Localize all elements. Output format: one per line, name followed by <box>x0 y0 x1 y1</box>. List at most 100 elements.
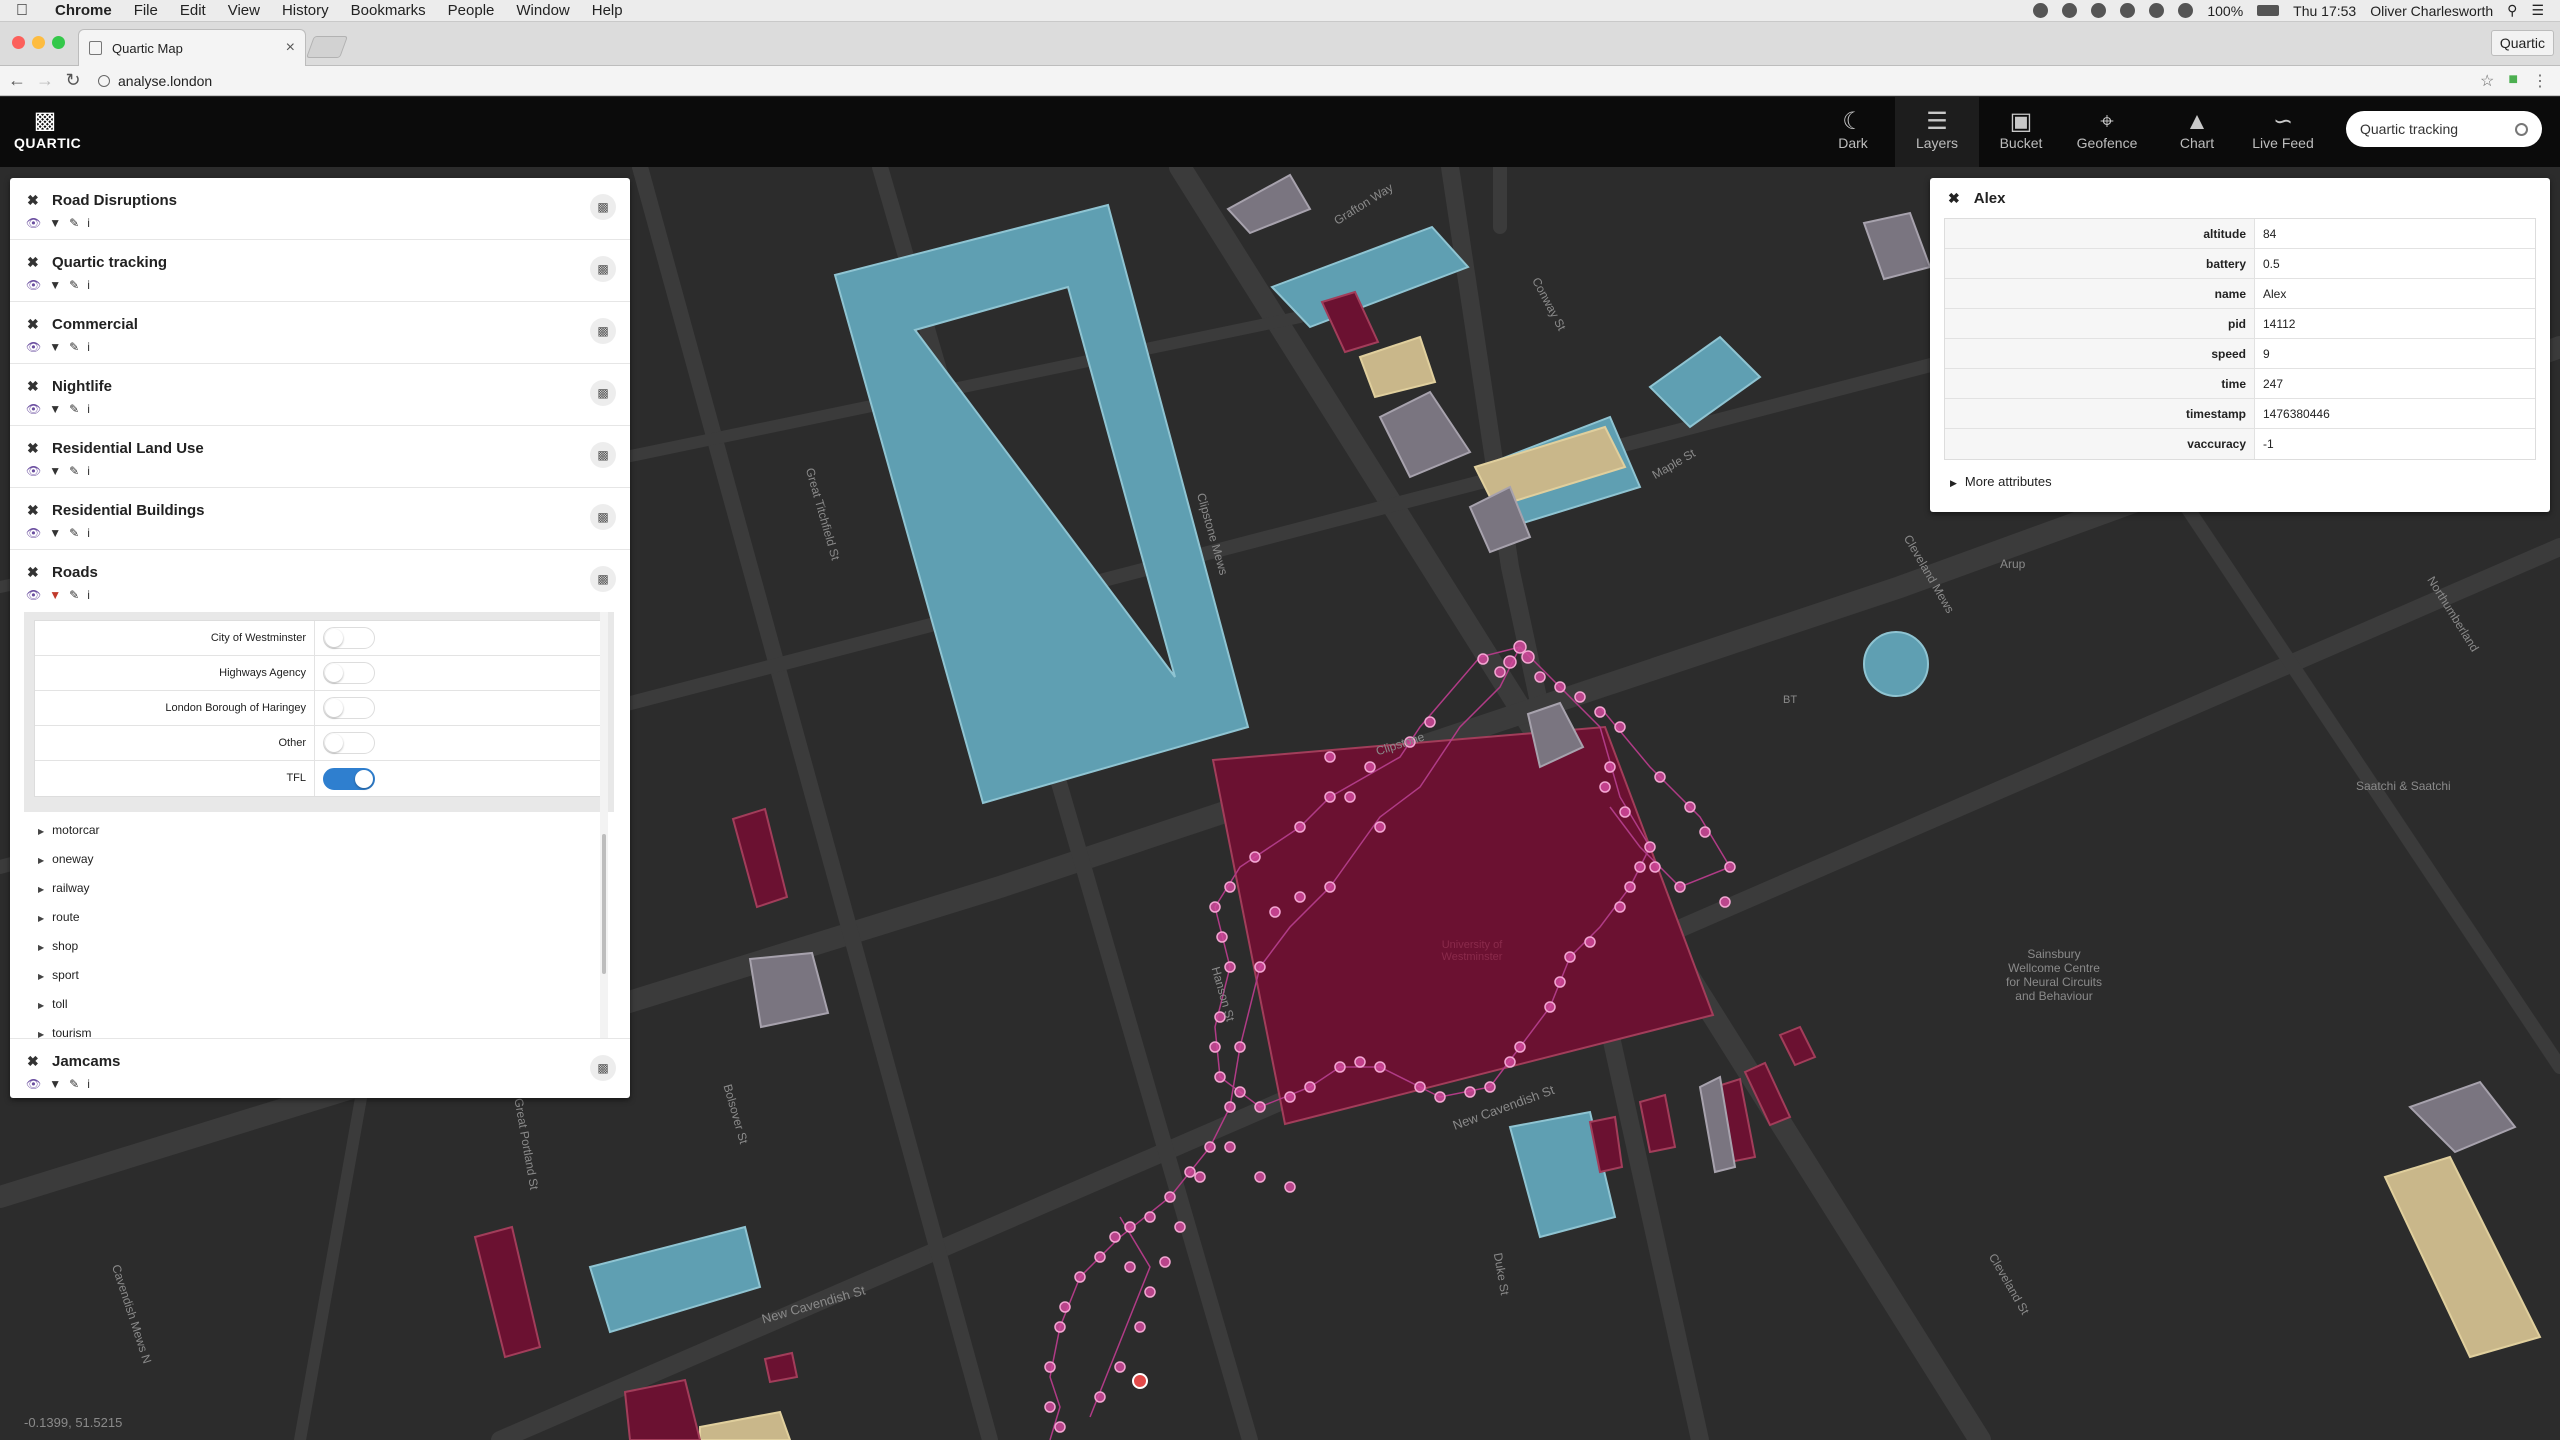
profile-button[interactable]: Quartic <box>2490 30 2554 56</box>
visibility-icon[interactable]: 👁 <box>26 1077 41 1091</box>
attribute-item[interactable]: ▶ toll <box>34 990 594 1019</box>
nav-chart[interactable]: ▲ Chart <box>2155 97 2239 167</box>
map-layer-icon[interactable]: ▩ <box>590 318 616 344</box>
menu-help[interactable]: Help <box>581 2 634 19</box>
cloud-icon[interactable] <box>2091 3 2107 18</box>
filter-icon[interactable]: ▼ <box>49 526 61 540</box>
attribute-item[interactable]: ▶ motorcar <box>34 816 594 845</box>
filter-icon[interactable]: ▼ <box>49 216 61 230</box>
info-icon[interactable]: i <box>87 464 90 478</box>
paintbrush-icon[interactable]: ✎ <box>69 402 79 416</box>
attribute-item[interactable]: ▶ oneway <box>34 845 594 874</box>
scrollbar-thumb[interactable] <box>602 834 606 974</box>
filter-toggle[interactable] <box>323 767 375 790</box>
filter-icon[interactable]: ▼ <box>49 588 61 602</box>
info-icon[interactable]: i <box>87 278 90 292</box>
forward-icon[interactable]: → <box>34 70 56 91</box>
visibility-icon[interactable]: 👁 <box>26 588 41 602</box>
attribute-item[interactable]: ▶ sport <box>34 961 594 990</box>
back-icon[interactable]: ← <box>6 70 28 91</box>
map-layer-icon[interactable]: ▩ <box>590 566 616 592</box>
bookmark-star-icon[interactable]: ☆ <box>2480 71 2494 91</box>
address-bar[interactable]: analyse.london <box>98 73 2480 89</box>
visibility-icon[interactable]: 👁 <box>26 278 41 292</box>
search-icon[interactable] <box>2515 122 2528 136</box>
paintbrush-icon[interactable]: ✎ <box>69 278 79 292</box>
layer-search-input[interactable]: Quartic tracking <box>2346 111 2542 147</box>
nav-layers[interactable]: ☰ Layers <box>1895 97 1979 167</box>
map-layer-icon[interactable]: ▩ <box>590 442 616 468</box>
close-tab-icon[interactable]: × <box>286 39 295 57</box>
paintbrush-icon[interactable]: ✎ <box>69 216 79 230</box>
nav-dark[interactable]: ☾ Dark <box>1811 97 1895 167</box>
apple-icon[interactable]:  <box>0 2 44 20</box>
map-layer-icon[interactable]: ▩ <box>590 504 616 530</box>
wifi-icon[interactable] <box>2178 3 2194 18</box>
attribute-item[interactable]: ▶ tourism <box>34 1019 594 1038</box>
reload-icon[interactable]: ↻ <box>62 70 84 91</box>
close-window-button[interactable] <box>12 36 25 49</box>
map-layer-icon[interactable]: ▩ <box>590 380 616 406</box>
browser-tab[interactable]: Quartic Map × <box>78 29 306 66</box>
scrollbar-track[interactable] <box>600 612 608 1038</box>
status-icon[interactable] <box>2033 3 2049 18</box>
attribute-item[interactable]: ▶ route <box>34 903 594 932</box>
info-icon[interactable]: i <box>87 340 90 354</box>
map-layer-icon[interactable]: ▩ <box>590 194 616 220</box>
new-tab-button[interactable] <box>305 36 349 58</box>
filter-icon[interactable]: ▼ <box>49 1077 61 1091</box>
filter-icon[interactable]: ▼ <box>49 278 61 292</box>
clock[interactable]: Thu 17:53 <box>2293 3 2356 19</box>
paintbrush-icon[interactable]: ✎ <box>69 1077 79 1091</box>
attribute-item[interactable]: ▶ railway <box>34 874 594 903</box>
remove-layer-icon[interactable]: ✖ <box>27 502 39 519</box>
filter-toggle[interactable] <box>323 697 375 719</box>
remove-layer-icon[interactable]: ✖ <box>27 1053 39 1070</box>
remove-layer-icon[interactable]: ✖ <box>27 440 39 457</box>
timemachine-icon[interactable] <box>2120 3 2136 18</box>
nav-bucket[interactable]: ▣ Bucket <box>1979 97 2063 167</box>
remove-layer-icon[interactable]: ✖ <box>27 316 39 333</box>
info-icon[interactable]: i <box>87 402 90 416</box>
menu-view[interactable]: View <box>217 2 271 19</box>
quartic-logo[interactable]: ▩ QUARTIC <box>14 107 81 151</box>
info-icon[interactable]: i <box>87 588 90 602</box>
visibility-icon[interactable]: 👁 <box>26 464 41 478</box>
dropbox-icon[interactable] <box>2062 3 2078 18</box>
visibility-icon[interactable]: 👁 <box>26 216 41 230</box>
info-icon[interactable] <box>98 74 110 87</box>
filter-toggle[interactable] <box>323 662 375 684</box>
url-text[interactable]: analyse.london <box>118 73 212 89</box>
user-name[interactable]: Oliver Charlesworth <box>2370 3 2493 19</box>
menu-history[interactable]: History <box>271 2 340 19</box>
menu-edit[interactable]: Edit <box>169 2 217 19</box>
filter-toggle[interactable] <box>323 627 375 649</box>
attribute-item[interactable]: ▶ shop <box>34 932 594 961</box>
close-icon[interactable]: ✖ <box>1948 190 1960 207</box>
map-layer-icon[interactable]: ▩ <box>590 256 616 282</box>
remove-layer-icon[interactable]: ✖ <box>27 378 39 395</box>
battery-icon[interactable] <box>2257 5 2280 16</box>
zoom-window-button[interactable] <box>52 36 65 49</box>
map-layer-icon[interactable]: ▩ <box>590 1055 616 1081</box>
info-icon[interactable]: i <box>87 1077 90 1091</box>
minimize-window-button[interactable] <box>32 36 45 49</box>
extension-icon[interactable]: ■ <box>2508 71 2518 91</box>
nav-live-feed[interactable]: ∽ Live Feed <box>2241 97 2325 167</box>
menu-file[interactable]: File <box>123 2 169 19</box>
visibility-icon[interactable]: 👁 <box>26 526 41 540</box>
info-icon[interactable]: i <box>87 216 90 230</box>
visibility-icon[interactable]: 👁 <box>26 402 41 416</box>
chrome-menu-icon[interactable]: ⋮ <box>2532 71 2548 91</box>
nav-geofence[interactable]: ⌖ Geofence <box>2065 97 2149 167</box>
more-attributes-toggle[interactable]: ▶ More attributes <box>1950 474 2550 489</box>
visibility-icon[interactable]: 👁 <box>26 340 41 354</box>
menu-app[interactable]: Chrome <box>44 2 123 19</box>
spotlight-icon[interactable]: ⚲ <box>2507 2 2517 19</box>
bluetooth-icon[interactable] <box>2149 3 2165 18</box>
paintbrush-icon[interactable]: ✎ <box>69 526 79 540</box>
paintbrush-icon[interactable]: ✎ <box>69 464 79 478</box>
menu-window[interactable]: Window <box>505 2 580 19</box>
menu-bookmarks[interactable]: Bookmarks <box>340 2 437 19</box>
filter-toggle[interactable] <box>323 732 375 754</box>
